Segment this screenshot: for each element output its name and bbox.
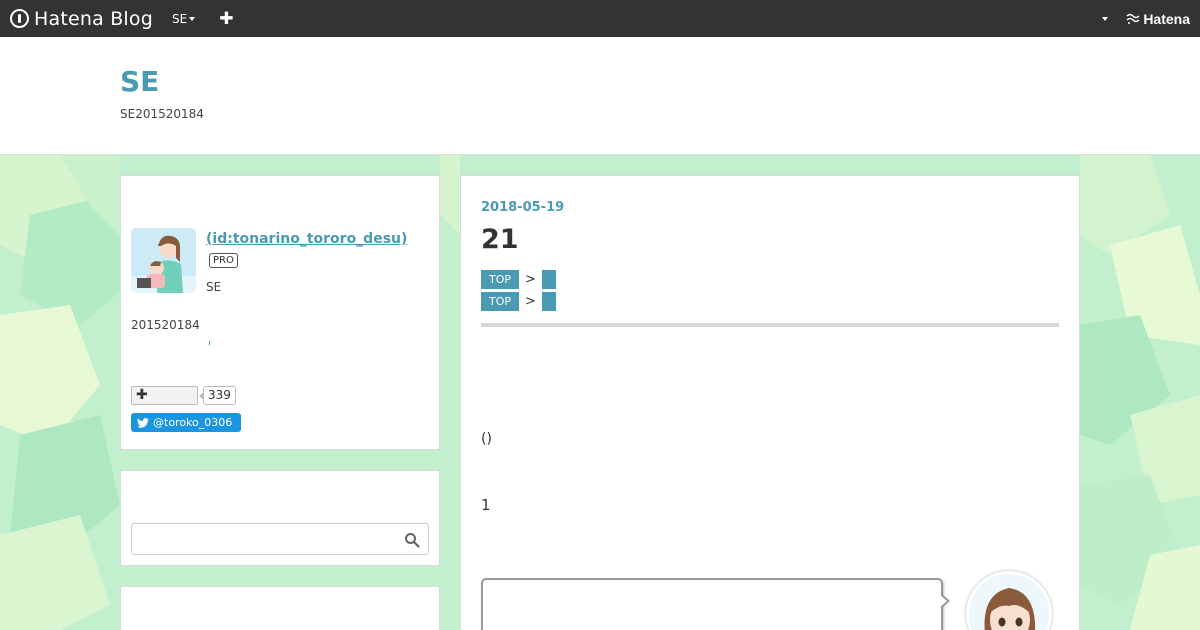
chevron-down-icon [189, 17, 196, 21]
breadcrumb-top-link[interactable]: TOP [481, 270, 520, 289]
plus-icon[interactable]: ✚ [219, 9, 233, 29]
entry-body-paren: () [481, 431, 492, 447]
profile-module: (id:tonarino_tororo_desu) PRO SE 2015201… [120, 175, 440, 450]
entry-article: 2018-05-19 21 TOP > TOP > () 1 [460, 175, 1080, 630]
entry-divider [481, 323, 1059, 327]
pro-badge: PRO [209, 253, 238, 268]
twitter-follow-button[interactable]: @toroko_0306 [131, 413, 241, 432]
blog-header: SE SE201520184 [0, 37, 1200, 155]
search-module [120, 470, 440, 566]
avatar-illustration [131, 228, 196, 293]
blog-menu-label: SE [172, 11, 188, 26]
breadcrumb-separator: > [525, 294, 536, 309]
breadcrumb-top-link[interactable]: TOP [481, 292, 520, 311]
hatena-wave-icon [1126, 13, 1140, 24]
hatena-logo[interactable]: Hatena [1126, 11, 1190, 27]
breadcrumb-category-link[interactable] [541, 292, 556, 311]
search-icon[interactable] [404, 532, 420, 548]
navbar-right: Hatena [1100, 11, 1190, 27]
hatena-blog-logo[interactable]: Hatena Blog [10, 8, 153, 30]
entry-date[interactable]: 2018-05-19 [481, 200, 564, 215]
profile-link-dot[interactable] [209, 341, 210, 345]
breadcrumb: TOP > [481, 270, 556, 289]
profile-subtitle: SE [206, 280, 222, 294]
top-navbar: Hatena Blog SE ✚ Hatena [0, 0, 1200, 37]
follower-count: 339 [199, 386, 236, 405]
speech-avatar-illustration [969, 574, 1049, 630]
breadcrumb: TOP > [481, 292, 556, 311]
entry-body-number: 1 [481, 496, 491, 514]
search-input[interactable] [131, 523, 429, 555]
speech-avatar [966, 571, 1052, 630]
hatena-logo-text: Hatena [1143, 10, 1190, 27]
entry-title[interactable]: 21 [481, 224, 519, 255]
user-menu-chevron-icon[interactable] [1102, 16, 1109, 21]
breadcrumb-category-link[interactable] [541, 270, 556, 289]
blog-description: SE201520184 [120, 107, 204, 121]
twitter-icon [137, 417, 149, 428]
twitter-handle: @toroko_0306 [153, 416, 233, 429]
profile-id-link[interactable]: (id:tonarino_tororo_desu) [206, 231, 407, 247]
follow-button[interactable]: ✚ [131, 386, 198, 405]
blog-menu-dropdown[interactable]: SE [172, 11, 196, 26]
blog-title[interactable]: SE [120, 65, 159, 98]
breadcrumb-separator: > [525, 272, 536, 287]
hatena-blog-logo-icon [10, 9, 29, 28]
profile-intro: 201520184 [131, 318, 200, 332]
profile-avatar[interactable] [131, 228, 196, 293]
sidebar-module [120, 586, 440, 630]
brand-name: Hatena Blog [34, 7, 153, 30]
plus-icon: ✚ [136, 387, 148, 403]
speech-bubble [481, 578, 950, 630]
